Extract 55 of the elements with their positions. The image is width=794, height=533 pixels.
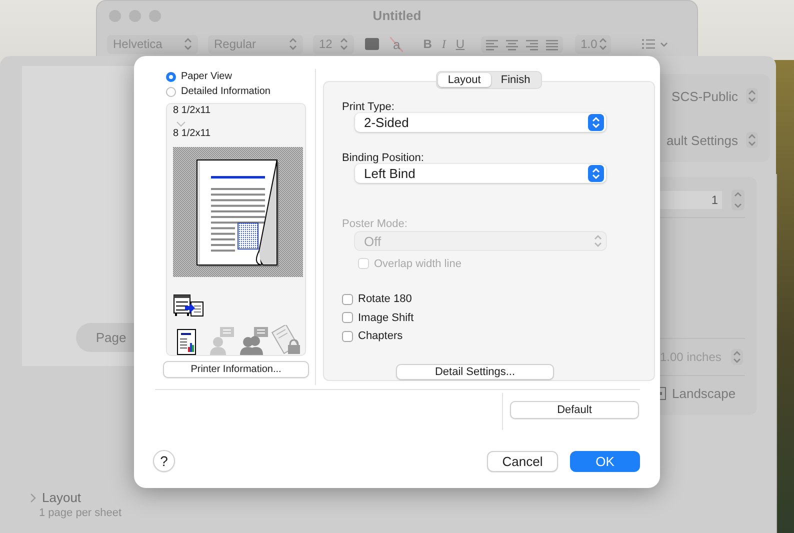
copies-field[interactable]: 1 (660, 191, 722, 209)
tab[interactable]: Finish (490, 73, 540, 87)
default-button[interactable]: Default (510, 401, 639, 419)
stepper-icon (338, 36, 350, 52)
stepper-icon (588, 164, 604, 182)
align-left-icon[interactable] (484, 38, 499, 50)
checkbox[interactable] (342, 294, 353, 305)
orientation-option[interactable]: Landscape (672, 386, 736, 401)
view-option-radio[interactable]: Paper View (166, 69, 309, 84)
justify-icon[interactable] (544, 38, 559, 50)
printer-information-button[interactable]: Printer Information... (163, 361, 309, 378)
dropdown[interactable]: Left Bind (355, 164, 606, 183)
dropdown: Off (355, 232, 606, 250)
view-option-radio[interactable]: Detailed Information (166, 84, 309, 99)
cancel-button[interactable]: Cancel (487, 450, 558, 472)
checkbox-option: Overlap width line (358, 257, 654, 270)
stepper-icon[interactable] (731, 349, 744, 365)
ok-button[interactable]: OK (570, 450, 640, 472)
checkbox-option[interactable]: Chapters (342, 330, 654, 343)
color-swatch-icon[interactable] (364, 37, 380, 51)
help-button[interactable]: ? (153, 450, 175, 472)
disclosure-chevron-icon[interactable] (28, 492, 38, 502)
field-label: Print Type: (342, 101, 396, 113)
radio-button-icon[interactable] (166, 86, 176, 96)
align-center-icon[interactable] (504, 38, 519, 50)
stepper-icon (287, 36, 299, 52)
printer-output-icon[interactable] (173, 293, 205, 317)
align-right-icon[interactable] (524, 38, 539, 50)
field-label: Binding Position: (342, 152, 425, 164)
stepper-icon (592, 233, 604, 250)
section-title[interactable]: Layout (42, 490, 82, 505)
stepper-icon (597, 36, 610, 52)
down-chevron-icon (176, 121, 186, 127)
field-label: Poster Mode: (342, 218, 408, 230)
output-size-label: 8 1/2x11 (173, 128, 212, 140)
window-title: Untitled (372, 8, 422, 23)
section-summary: 1 page per sheet (39, 507, 123, 519)
stepper-icon (182, 36, 194, 52)
checkbox-option[interactable]: Image Shift (342, 312, 654, 324)
detail-settings-button[interactable]: Detail Settings... (396, 364, 554, 380)
stepper-icon[interactable] (746, 88, 758, 104)
tab[interactable]: Layout (438, 73, 491, 87)
checkbox[interactable] (342, 330, 353, 342)
stepper-icon[interactable] (731, 189, 745, 211)
radio-button-icon[interactable] (166, 72, 176, 82)
document-chart-icon[interactable] (177, 329, 196, 355)
list-style-icon[interactable] (640, 37, 669, 51)
checkbox-option[interactable]: Rotate 180 (342, 293, 654, 306)
dropdown[interactable]: 2-Sided (355, 113, 606, 132)
presets-popup[interactable]: ault Settings (666, 132, 738, 148)
original-size-label: 8 1/2x11 (173, 105, 212, 117)
checkbox[interactable] (342, 312, 353, 324)
stepper-icon[interactable] (746, 132, 758, 148)
printer-popup[interactable]: SCS-Public (672, 88, 738, 104)
stepper-icon (588, 114, 604, 131)
